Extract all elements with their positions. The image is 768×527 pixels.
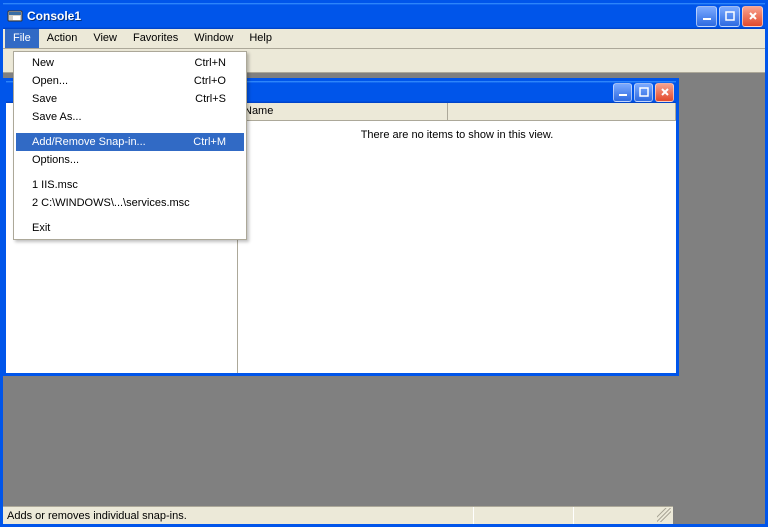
minimize-button[interactable] xyxy=(696,6,717,27)
list-body: There are no items to show in this view. xyxy=(238,121,676,373)
child-minimize-button[interactable] xyxy=(613,83,632,102)
mmc-app-icon xyxy=(7,8,23,24)
list-pane: Name There are no items to show in this … xyxy=(238,103,676,373)
menuitem-label: 1 IIS.msc xyxy=(32,179,226,191)
menu-view[interactable]: View xyxy=(85,29,125,48)
separator xyxy=(18,215,242,216)
window-title: Console1 xyxy=(27,9,696,23)
menu-favorites[interactable]: Favorites xyxy=(125,29,186,48)
menuitem-label: Add/Remove Snap-in... xyxy=(32,136,193,148)
column-name[interactable]: Name xyxy=(238,103,448,120)
menuitem-label: Save As... xyxy=(32,111,226,123)
separator xyxy=(18,129,242,130)
file-dropdown: New Ctrl+N Open... Ctrl+O Save Ctrl+S Sa… xyxy=(13,51,247,240)
menuitem-label: Save xyxy=(32,93,195,105)
filemenu-add-remove-snapin[interactable]: Add/Remove Snap-in... Ctrl+M xyxy=(16,133,244,151)
menuitem-shortcut: Ctrl+S xyxy=(195,93,226,105)
menuitem-label: New xyxy=(32,57,195,69)
mmc-window: Console1 File Action View Favorites Wind… xyxy=(0,0,768,527)
child-maximize-button[interactable] xyxy=(634,83,653,102)
menuitem-label: Open... xyxy=(32,75,194,87)
close-button[interactable] xyxy=(742,6,763,27)
menuitem-label: Exit xyxy=(32,222,226,234)
filemenu-open[interactable]: Open... Ctrl+O xyxy=(16,72,244,90)
filemenu-recent-1[interactable]: 1 IIS.msc xyxy=(16,176,244,194)
menu-help[interactable]: Help xyxy=(241,29,280,48)
column-header-row: Name xyxy=(238,103,676,121)
menuitem-shortcut: Ctrl+N xyxy=(195,57,226,69)
child-close-button[interactable] xyxy=(655,83,674,102)
menubar: File Action View Favorites Window Help xyxy=(3,29,765,49)
resize-grip-icon[interactable] xyxy=(657,508,671,522)
column-blank[interactable] xyxy=(448,103,676,120)
filemenu-save-as[interactable]: Save As... xyxy=(16,108,244,126)
menuitem-shortcut: Ctrl+O xyxy=(194,75,226,87)
status-text: Adds or removes individual snap-ins. xyxy=(7,510,473,522)
separator xyxy=(18,172,242,173)
filemenu-exit[interactable]: Exit xyxy=(16,219,244,237)
filemenu-recent-2[interactable]: 2 C:\WINDOWS\...\services.msc xyxy=(16,194,244,212)
menu-window[interactable]: Window xyxy=(186,29,241,48)
menuitem-label: 2 C:\WINDOWS\...\services.msc xyxy=(32,197,226,209)
filemenu-save[interactable]: Save Ctrl+S xyxy=(16,90,244,108)
menuitem-shortcut: Ctrl+M xyxy=(193,136,226,148)
statusbar: Adds or removes individual snap-ins. xyxy=(3,506,673,524)
menu-file[interactable]: File xyxy=(5,29,39,48)
filemenu-options[interactable]: Options... xyxy=(16,151,244,169)
titlebar[interactable]: Console1 xyxy=(3,3,765,29)
status-cell3 xyxy=(573,507,673,524)
menuitem-label: Options... xyxy=(32,154,226,166)
filemenu-new[interactable]: New Ctrl+N xyxy=(16,54,244,72)
maximize-button[interactable] xyxy=(719,6,740,27)
status-cell2 xyxy=(473,507,573,524)
empty-text: There are no items to show in this view. xyxy=(361,129,554,141)
menu-action[interactable]: Action xyxy=(39,29,86,48)
